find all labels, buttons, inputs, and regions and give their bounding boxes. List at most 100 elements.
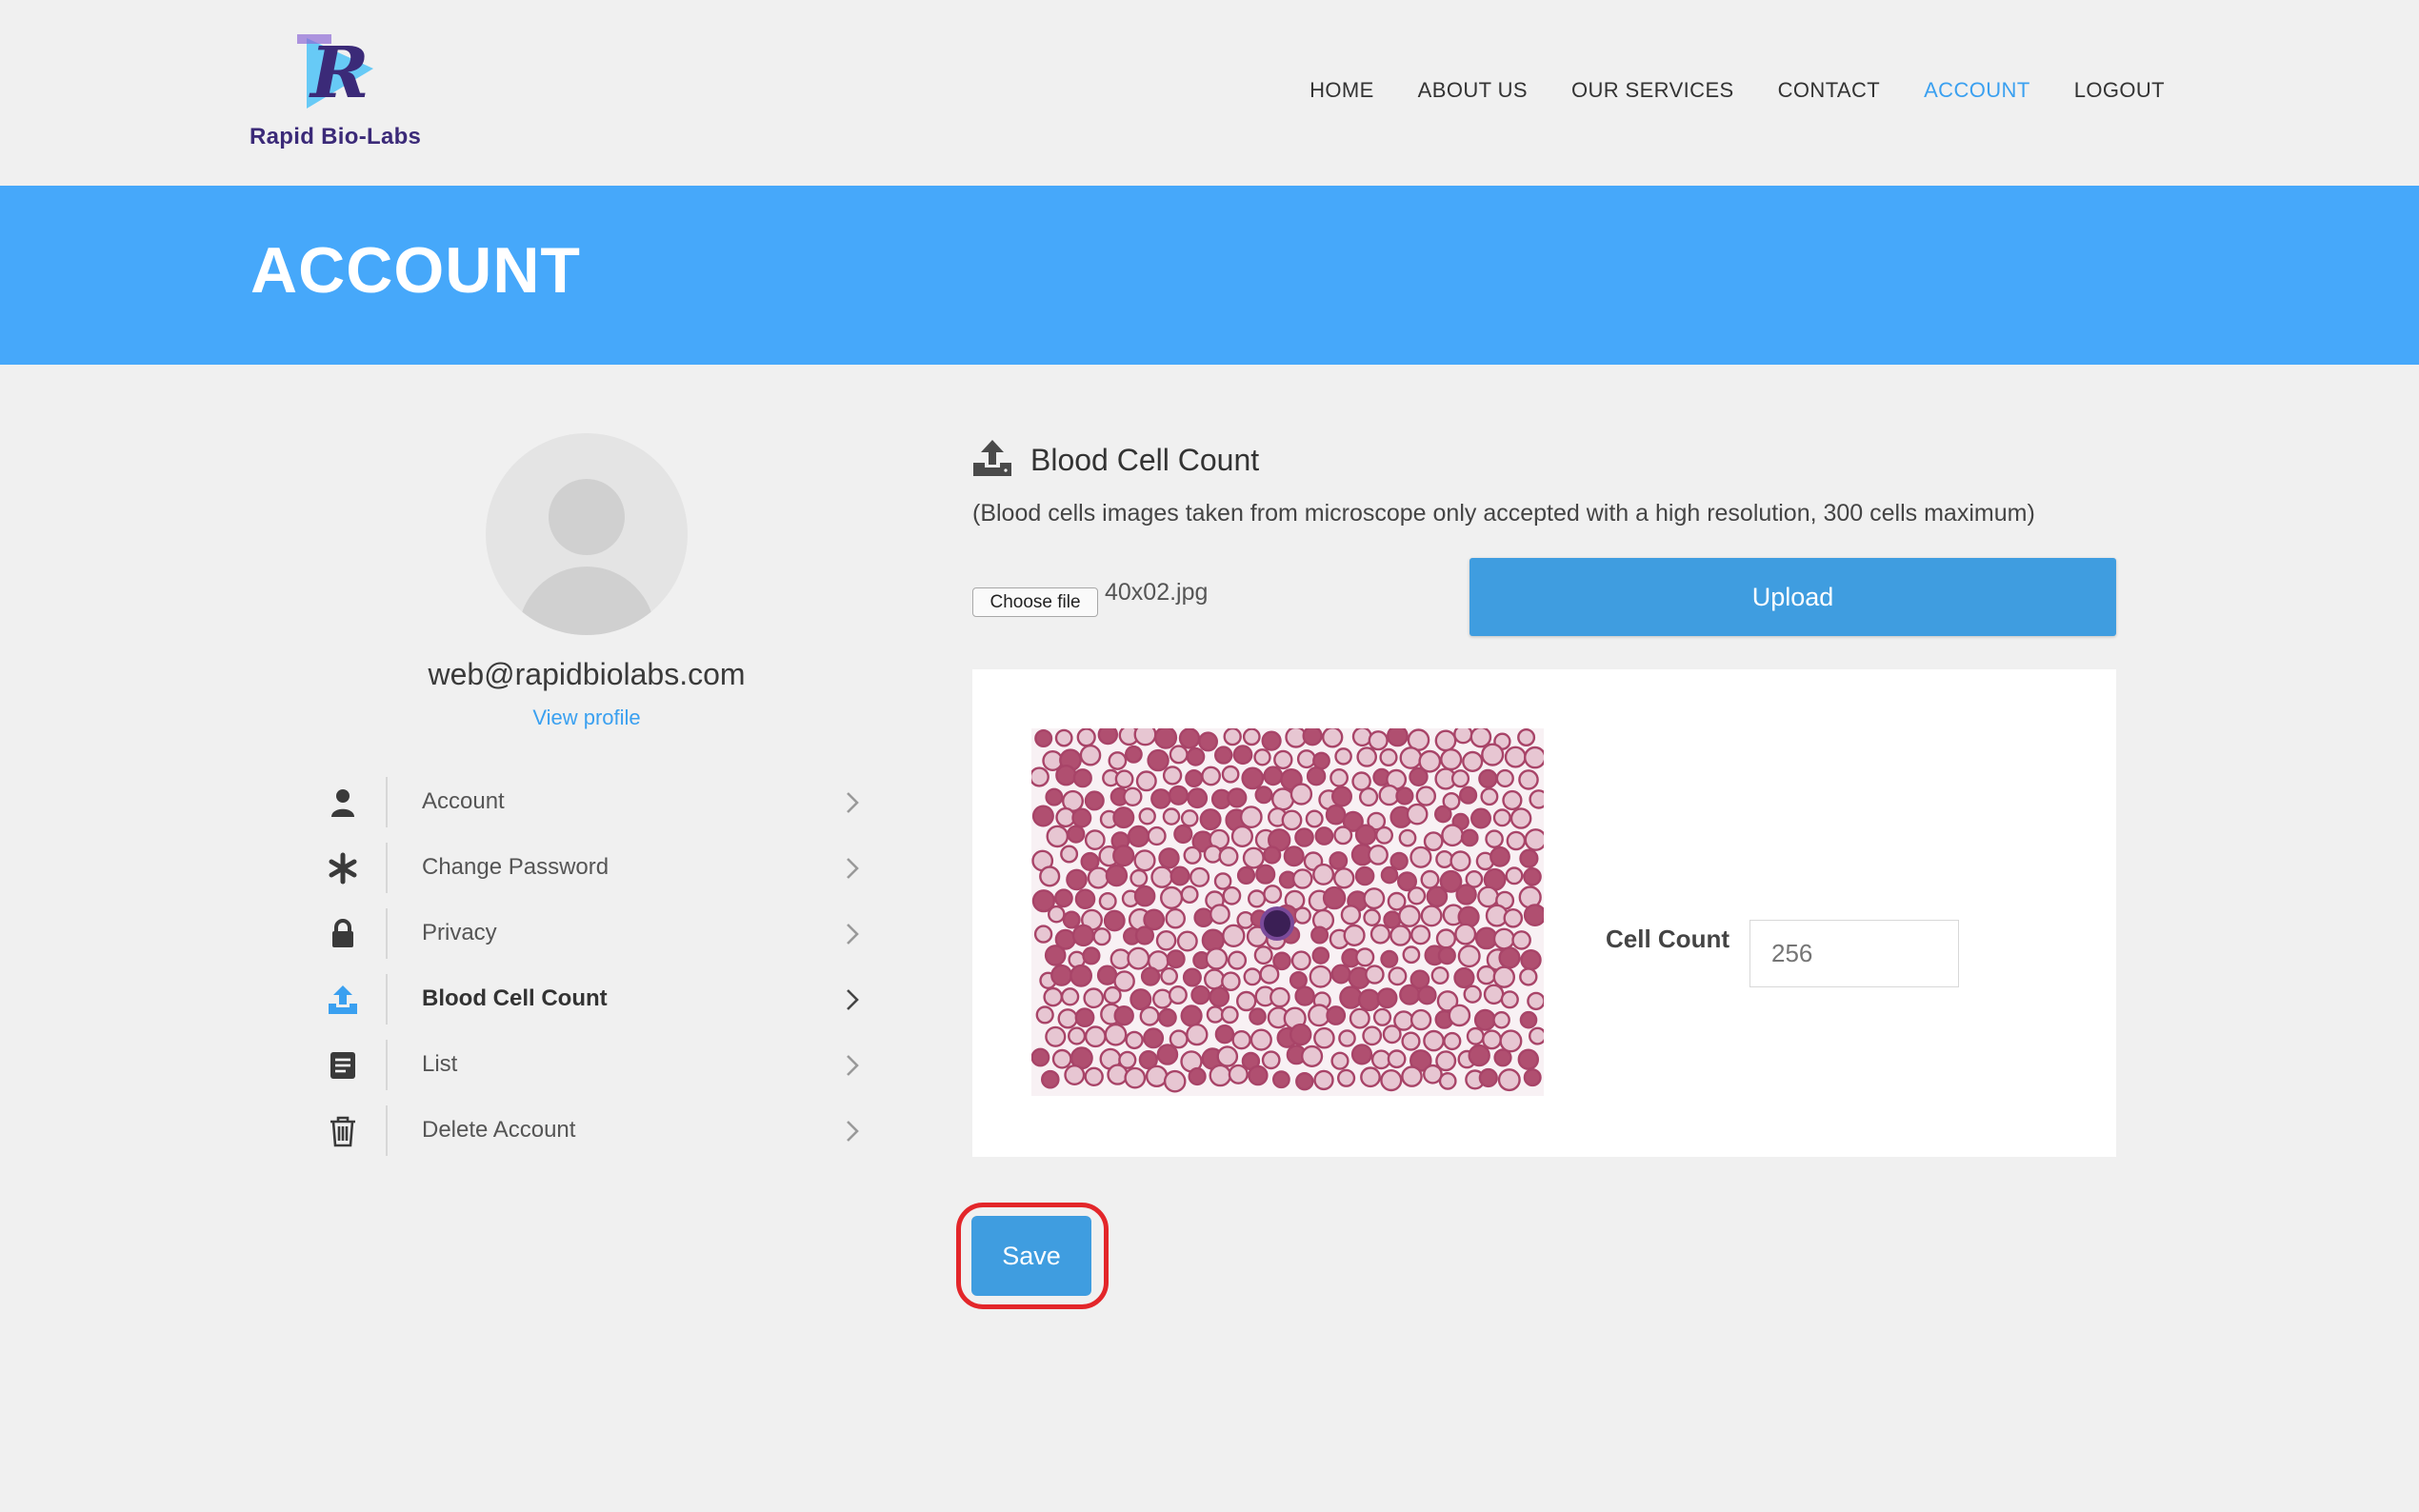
red-blood-cell xyxy=(1312,863,1335,885)
red-blood-cell xyxy=(1105,864,1129,887)
upload-icon xyxy=(973,440,1011,476)
red-blood-cell xyxy=(1305,809,1324,828)
red-blood-cell xyxy=(1492,1010,1510,1029)
red-blood-cell xyxy=(1034,728,1053,748)
red-blood-cell xyxy=(1083,987,1105,1009)
red-blood-cell xyxy=(1309,965,1332,988)
red-blood-cell xyxy=(1415,786,1436,806)
red-blood-cell xyxy=(1435,849,1454,868)
red-blood-cell xyxy=(1222,924,1246,948)
red-blood-cell xyxy=(1483,984,1505,1005)
view-profile-link[interactable]: View profile xyxy=(343,706,830,730)
red-blood-cell xyxy=(1273,749,1293,770)
red-blood-cell xyxy=(1523,904,1544,926)
menu-separator xyxy=(386,1040,388,1090)
red-blood-cell xyxy=(1182,967,1202,987)
choose-file-button[interactable]: Choose file xyxy=(972,587,1098,617)
nav-account[interactable]: ACCOUNT xyxy=(1924,78,2030,103)
red-blood-cell xyxy=(1269,986,1290,1008)
sidebar-item-label: Privacy xyxy=(422,920,497,945)
red-blood-cell xyxy=(1306,766,1327,786)
nav-our-services[interactable]: OUR SERVICES xyxy=(1571,78,1734,103)
menu-separator xyxy=(386,843,388,893)
red-blood-cell xyxy=(1523,1068,1542,1087)
red-blood-cell xyxy=(1343,924,1366,946)
chevron-right-icon xyxy=(838,854,867,883)
red-blood-cell xyxy=(1314,826,1334,846)
red-blood-cell xyxy=(1520,948,1542,971)
nav-logout[interactable]: LOGOUT xyxy=(2074,78,2165,103)
nav-about-us[interactable]: ABOUT US xyxy=(1418,78,1528,103)
red-blood-cell xyxy=(1135,770,1157,792)
red-blood-cell xyxy=(1157,1007,1177,1027)
red-blood-cell xyxy=(1301,1044,1324,1067)
red-blood-cell xyxy=(1235,990,1257,1012)
upload-button[interactable]: Upload xyxy=(1469,558,2116,636)
red-blood-cell xyxy=(1145,1064,1169,1087)
red-blood-cell xyxy=(1387,1049,1407,1069)
red-blood-cell xyxy=(1050,964,1073,986)
nav-contact[interactable]: CONTACT xyxy=(1778,78,1881,103)
red-blood-cell xyxy=(1187,787,1209,809)
blood-cell-micrograph xyxy=(1031,728,1544,1093)
page-banner: ACCOUNT xyxy=(0,186,2419,365)
cell-count-input[interactable] xyxy=(1749,920,1959,987)
red-blood-cell xyxy=(1388,966,1408,986)
red-blood-cell xyxy=(1242,728,1261,746)
red-blood-cell xyxy=(1389,851,1409,871)
red-blood-cell xyxy=(1221,765,1240,784)
red-blood-cell xyxy=(1322,885,1347,910)
sidebar-item-account[interactable]: Account xyxy=(314,769,867,835)
red-blood-cell xyxy=(1505,866,1524,885)
red-blood-cell xyxy=(1084,829,1106,851)
red-blood-cell xyxy=(1368,844,1389,865)
red-blood-cell xyxy=(1127,946,1150,970)
red-blood-cell xyxy=(1354,865,1375,886)
red-blood-cell xyxy=(1134,925,1154,945)
red-blood-cell xyxy=(1169,745,1189,765)
sidebar-item-change-password[interactable]: Change Password xyxy=(314,835,867,901)
red-blood-cell xyxy=(1398,905,1421,927)
red-blood-cell xyxy=(1248,889,1267,908)
red-blood-cell xyxy=(1113,1005,1134,1026)
red-blood-cell xyxy=(1201,766,1222,786)
red-blood-cell xyxy=(1360,1066,1381,1088)
red-blood-cell xyxy=(1313,1069,1334,1091)
red-blood-cell xyxy=(1517,1048,1539,1070)
sidebar-item-list[interactable]: List xyxy=(314,1032,867,1098)
red-blood-cell xyxy=(1311,946,1330,965)
red-blood-cell xyxy=(1480,787,1499,806)
red-blood-cell xyxy=(1123,786,1143,807)
red-blood-cell xyxy=(1499,1029,1523,1053)
red-blood-cell xyxy=(1365,965,1385,985)
red-blood-cell xyxy=(1130,868,1149,887)
brand-logo[interactable]: R Rapid Bio-Labs xyxy=(250,29,421,157)
red-blood-cell xyxy=(1155,929,1177,951)
red-blood-cell xyxy=(1055,765,1077,786)
sidebar-item-delete-account[interactable]: Delete Account xyxy=(314,1098,867,1164)
red-blood-cell xyxy=(1133,728,1157,746)
logo-mark-icon: R xyxy=(297,32,373,114)
red-blood-cell xyxy=(1035,1005,1054,1025)
red-blood-cell xyxy=(1380,1069,1403,1092)
red-blood-cell xyxy=(1293,906,1311,925)
red-blood-cell xyxy=(1380,949,1399,968)
red-blood-cell xyxy=(1511,930,1531,950)
main-nav: HOME ABOUT US OUR SERVICES CONTACT ACCOUNT LO… xyxy=(1309,78,2165,103)
red-blood-cell xyxy=(1468,1044,1490,1067)
red-blood-cell xyxy=(1153,728,1178,749)
save-button[interactable]: Save xyxy=(971,1216,1091,1296)
user-icon xyxy=(326,786,360,820)
sidebar-item-privacy[interactable]: Privacy xyxy=(314,901,867,966)
sidebar-item-blood-cell-count[interactable]: Blood Cell Count xyxy=(314,966,867,1032)
red-blood-cell xyxy=(1108,751,1128,770)
sidebar-item-label: Blood Cell Count xyxy=(422,985,608,1011)
red-blood-cell xyxy=(1435,928,1456,949)
red-blood-cell xyxy=(1062,910,1081,929)
red-blood-cell xyxy=(1098,891,1117,910)
red-blood-cell xyxy=(1498,946,1521,969)
nav-home[interactable]: HOME xyxy=(1309,78,1374,103)
red-blood-cell xyxy=(1519,1010,1538,1029)
red-blood-cell xyxy=(1170,865,1190,886)
red-blood-cell xyxy=(1133,849,1156,872)
